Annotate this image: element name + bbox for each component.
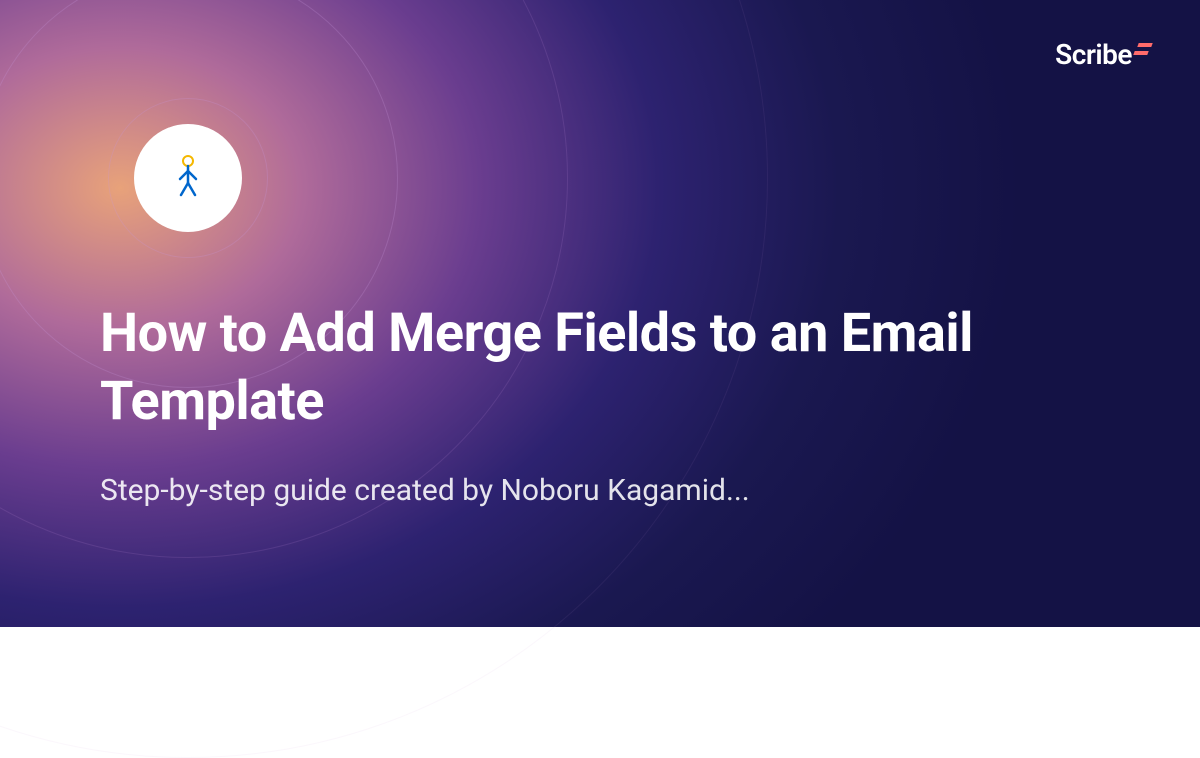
- person-icon: [174, 155, 202, 201]
- page-title: How to Add Merge Fields to an Email Temp…: [100, 300, 1100, 435]
- brand-mark-icon: [1138, 43, 1152, 55]
- page-subtitle: Step-by-step guide created by Noboru Kag…: [100, 470, 1100, 512]
- brand-name: Scribe: [1055, 38, 1132, 71]
- brand-logo: Scribe: [1055, 38, 1152, 71]
- avatar: [134, 124, 242, 232]
